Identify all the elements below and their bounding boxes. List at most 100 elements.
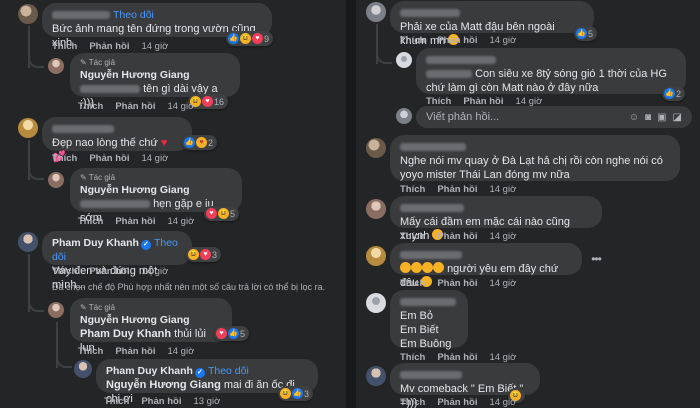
reply-action[interactable]: Phản hồi — [89, 41, 129, 52]
comment-actions: Thích Phản hồi 14 giờ — [400, 352, 528, 363]
commenter-name[interactable] — [400, 368, 530, 382]
more-options-icon[interactable]: ••• — [588, 251, 604, 267]
comment-actions: Thích Phản hồi 14 giờ — [52, 153, 180, 164]
commenter-name[interactable] — [426, 53, 676, 67]
verified-badge-icon: ✓ — [194, 368, 205, 378]
mention-link[interactable]: Pham Duy Khanh — [80, 328, 171, 340]
reply-actions: Thích Phản hồi 13 giờ — [104, 396, 232, 407]
commenter-avatar[interactable] — [18, 4, 38, 24]
commenter-avatar[interactable] — [366, 2, 386, 22]
like-action[interactable]: Thích — [400, 231, 425, 242]
author-avatar[interactable] — [48, 302, 64, 318]
verified-badge-icon: ✓ — [140, 240, 151, 250]
author-avatar[interactable] — [48, 172, 64, 188]
commenter-name[interactable]: Pham Duy Khanh ✓ Theo dõi — [106, 364, 308, 378]
reply-bubble: Tác giả Nguyễn Hương Giang Pham Duy Khan… — [70, 298, 232, 354]
comment-actions: Thích Phản hồi 14 giờ — [400, 35, 528, 46]
commenter-avatar[interactable] — [366, 366, 386, 386]
reply-action[interactable]: Phản hồi — [437, 35, 477, 46]
love-reaction-icon: ♥ — [206, 208, 217, 219]
camera-icon[interactable]: ◙ — [645, 112, 651, 123]
comment-time: 14 giờ — [141, 153, 169, 164]
like-action[interactable]: Thích — [78, 101, 103, 112]
reply-time: 14 giờ — [167, 216, 195, 227]
like-reaction-icon: 👍 — [664, 88, 675, 99]
commenter-name[interactable]: Pham Duy Khanh ✓ Theo dõi — [52, 236, 182, 264]
commenter-avatar[interactable] — [74, 360, 92, 378]
love-reaction-icon: ♥ — [200, 249, 211, 260]
reply-bubble: Tác giả Nguyễn Hương Giang tên gì dài vậ… — [70, 53, 240, 109]
reaction-summary[interactable]: ♥ 😆 5 — [204, 206, 240, 221]
comment-time: 14 giờ — [489, 184, 517, 195]
follow-link[interactable]: Theo dõi — [113, 9, 154, 21]
commenter-avatar[interactable] — [366, 138, 386, 158]
like-action[interactable]: Thích — [400, 35, 425, 46]
like-action[interactable]: Thích — [400, 278, 425, 289]
reply-action[interactable]: Phản hồi — [437, 231, 477, 242]
like-action[interactable]: Thích — [400, 184, 425, 195]
commenter-name[interactable] — [52, 122, 182, 136]
reply-action[interactable]: Phản hồi — [437, 352, 477, 363]
commenter-avatar[interactable] — [18, 232, 38, 252]
reply-time: 14 giờ — [167, 346, 195, 357]
like-action[interactable]: Thích — [400, 397, 425, 408]
reply-action[interactable]: Phản hồi — [437, 397, 477, 408]
like-action[interactable]: Thích — [52, 266, 77, 277]
reaction-summary[interactable]: 😆 ♥ 3 — [186, 247, 222, 262]
reply-input[interactable]: Viết phản hồi... ☺ ◙ ▣ ◪ — [416, 106, 692, 128]
like-action[interactable]: Thích — [52, 153, 77, 164]
reaction-summary[interactable]: 👍 ♥ 2 — [182, 135, 218, 150]
comment-bubble: người yêu em đây chứ đâu — [390, 243, 582, 289]
commenter-name[interactable] — [400, 6, 584, 20]
like-reaction-icon: 👍 — [576, 28, 587, 39]
like-action[interactable]: Thích — [78, 346, 103, 357]
reaction-summary[interactable]: 👍 2 — [662, 86, 686, 101]
reply-action[interactable]: Phản hồi — [437, 278, 477, 289]
commenter-avatar[interactable] — [18, 118, 38, 138]
reply-action[interactable]: Phản hồi — [115, 346, 155, 357]
reply-action[interactable]: Phản hồi — [89, 153, 129, 164]
reaction-summary[interactable]: 😆 👍 3 — [278, 386, 314, 401]
author-name[interactable]: Nguyễn Hương Giang — [80, 313, 222, 327]
commenter-name[interactable] — [400, 140, 670, 154]
commenter-avatar[interactable] — [366, 293, 386, 313]
comment-bubble: Phải xe của Matt đậu bên ngoài khum mn — [390, 1, 594, 47]
reply-action[interactable]: Phản hồi — [437, 184, 477, 195]
comment-bubble: Mấy cái đầm em mặc cái nào cũng xuynh — [390, 196, 602, 242]
commenter-avatar[interactable] — [366, 199, 386, 219]
commenter-name[interactable] — [400, 248, 572, 262]
reply-action[interactable]: Phản hồi — [115, 216, 155, 227]
sticker-icon[interactable]: ◪ — [673, 112, 682, 123]
like-action[interactable]: Thích — [104, 396, 129, 407]
reply-action[interactable]: Phản hồi — [89, 266, 129, 277]
commenter-name[interactable] — [400, 201, 592, 215]
commenter-avatar[interactable] — [396, 52, 412, 68]
reply-action[interactable]: Phản hồi — [115, 101, 155, 112]
laugh-emoji-icon — [400, 262, 411, 273]
haha-reaction-icon: 😆 — [240, 33, 251, 44]
commenter-avatar[interactable] — [366, 246, 386, 266]
author-avatar[interactable] — [48, 58, 64, 74]
like-action[interactable]: Thích — [52, 41, 77, 52]
like-action[interactable]: Thích — [400, 352, 425, 363]
reply-action[interactable]: Phản hồi — [141, 396, 181, 407]
haha-reaction-icon: 😆 — [280, 388, 291, 399]
comment-time: 14 giờ — [489, 397, 517, 408]
laugh-emoji-icon — [433, 262, 444, 273]
author-name[interactable]: Nguyễn Hương Giang — [80, 183, 232, 197]
reaction-summary[interactable]: 👍 5 — [574, 26, 598, 41]
reply-placeholder: Viết phản hồi... — [426, 111, 500, 123]
reply-time: 14 giờ — [167, 101, 195, 112]
mention-link[interactable]: Nguyễn Hương Giang — [106, 379, 221, 391]
like-reaction-icon: 👍 — [228, 33, 239, 44]
laugh-emoji-icon — [422, 262, 433, 273]
commenter-name[interactable]: Theo dõi — [52, 8, 262, 22]
author-name[interactable]: Nguyễn Hương Giang — [80, 68, 230, 82]
gif-icon[interactable]: ▣ — [657, 112, 666, 123]
emoji-icon[interactable]: ☺ — [629, 112, 639, 123]
reaction-summary[interactable]: ♥ 👍 5 — [214, 326, 250, 341]
commenter-name[interactable] — [400, 295, 458, 309]
follow-link[interactable]: Theo dõi — [208, 365, 249, 377]
reaction-summary[interactable]: 👍 😆 ♥ 9 — [226, 31, 274, 46]
like-action[interactable]: Thích — [78, 216, 103, 227]
